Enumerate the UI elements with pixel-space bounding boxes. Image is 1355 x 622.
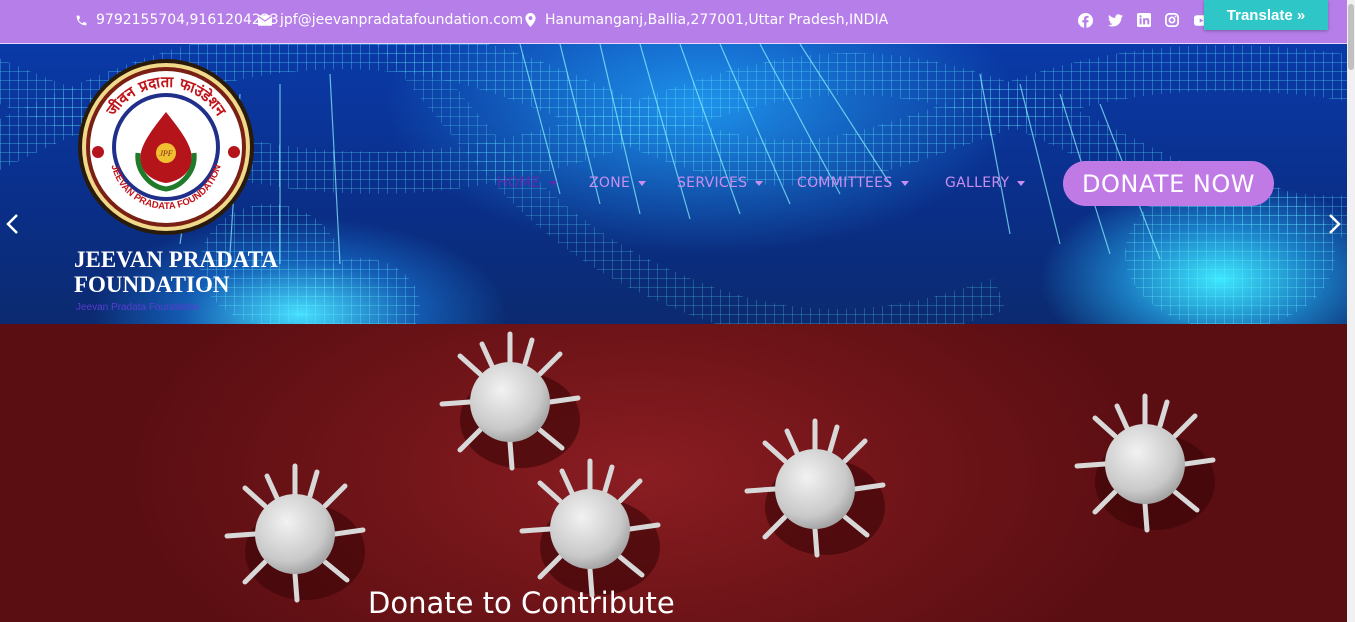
caret-down-icon xyxy=(1017,180,1026,186)
site-title-line1: JEEVAN PRADATA xyxy=(74,247,278,272)
nav-services-label: SERVICES xyxy=(677,175,748,191)
page-scrollbar[interactable] xyxy=(1347,0,1355,622)
phone-icon xyxy=(74,13,88,27)
site-title-line2: FOUNDATION xyxy=(74,272,230,297)
site-title[interactable]: JEEVAN PRADATA FOUNDATION xyxy=(74,247,304,297)
scrollbar-thumb[interactable] xyxy=(1348,4,1354,70)
site-tagline: Jeevan Pradata Foundation xyxy=(76,302,199,313)
email-text: jpf@jeevanpradatafoundation.com xyxy=(280,12,524,28)
section-heading: Donate to Contribute xyxy=(368,586,675,620)
phone-contact[interactable]: 9792155704,9161204223 xyxy=(74,10,279,30)
nav-services[interactable]: SERVICES xyxy=(677,173,764,193)
slider-prev-button[interactable] xyxy=(2,209,22,239)
address-text: Hanumanganj,Ballia,277001,Uttar Pradesh,… xyxy=(545,12,889,28)
nav-home[interactable]: HOME xyxy=(497,173,557,193)
nav-committees-label: COMMITTEES xyxy=(797,175,893,191)
caret-down-icon xyxy=(755,180,764,186)
site-logo[interactable]: JPF जीवन प्रदाता फाउंडेशन JEEVAN PRADATA… xyxy=(76,57,256,237)
logo-center-text: JPF xyxy=(159,149,172,158)
nav-committees[interactable]: COMMITTEES xyxy=(797,173,909,193)
twitter-icon[interactable] xyxy=(1107,12,1123,28)
facebook-icon[interactable] xyxy=(1077,12,1093,28)
email-contact[interactable]: jpf@jeevanpradatafoundation.com xyxy=(258,10,523,30)
nav-zone-label: ZONE xyxy=(589,175,631,191)
phone-text: 9792155704,9161204223 xyxy=(96,12,279,28)
chevron-left-icon xyxy=(6,214,18,234)
virus-illustration xyxy=(0,324,1347,622)
nav-gallery[interactable]: GALLERY xyxy=(945,173,1026,193)
slider-next-button[interactable] xyxy=(1325,209,1345,239)
donate-now-button[interactable]: DONATE NOW xyxy=(1063,161,1274,206)
nav-zone[interactable]: ZONE xyxy=(589,173,647,193)
chevron-right-icon xyxy=(1329,214,1341,234)
nav-home-label: HOME xyxy=(497,175,541,191)
translate-button[interactable]: Translate » xyxy=(1204,0,1328,30)
envelope-icon xyxy=(258,13,272,27)
caret-down-icon xyxy=(900,180,909,186)
linkedin-icon[interactable] xyxy=(1136,12,1152,28)
caret-down-icon xyxy=(548,180,557,186)
location-pin-icon xyxy=(523,13,537,27)
donate-section-background xyxy=(0,324,1347,622)
nav-gallery-label: GALLERY xyxy=(945,175,1010,191)
address-contact[interactable]: Hanumanganj,Ballia,277001,Uttar Pradesh,… xyxy=(523,10,888,30)
caret-down-icon xyxy=(638,180,647,186)
instagram-icon[interactable] xyxy=(1164,12,1180,28)
top-bar: 9792155704,9161204223 jpf@jeevanpradataf… xyxy=(0,0,1347,44)
